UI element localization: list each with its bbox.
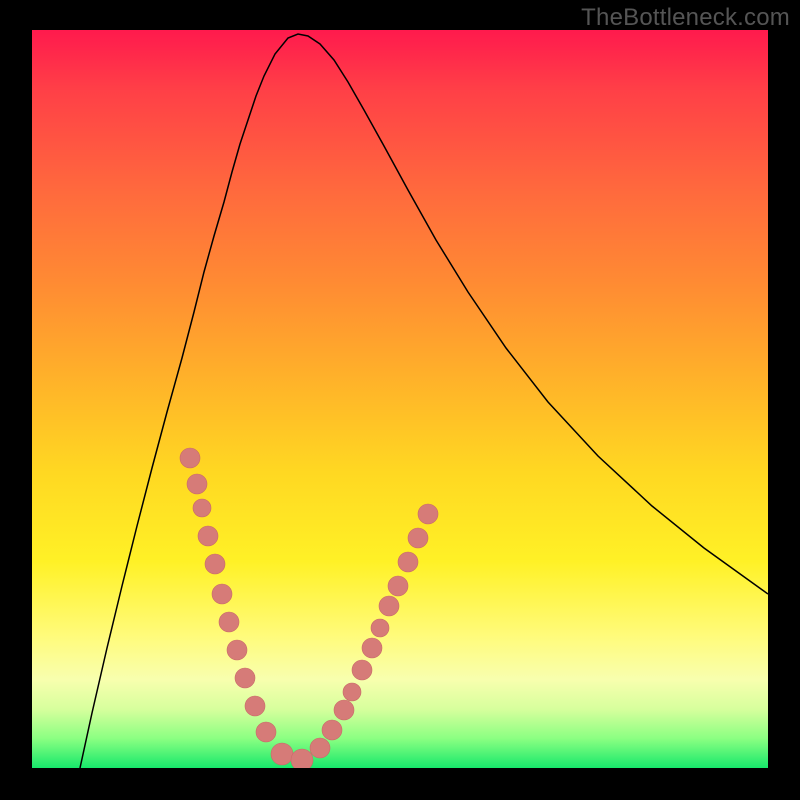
chart-svg <box>32 30 768 768</box>
bead <box>205 554 225 574</box>
bead <box>219 612 239 632</box>
bead <box>198 526 218 546</box>
watermark-text: TheBottleneck.com <box>581 4 790 32</box>
bead <box>322 720 342 740</box>
bead <box>256 722 276 742</box>
bead <box>291 749 313 768</box>
bottleneck-curve <box>80 34 768 768</box>
bead <box>343 683 361 701</box>
bead <box>388 576 408 596</box>
bead <box>408 528 428 548</box>
bead <box>271 743 293 765</box>
bead <box>418 504 438 524</box>
plot-area <box>32 30 768 768</box>
bead <box>180 448 200 468</box>
curve-beads <box>180 448 438 768</box>
bead <box>310 738 330 758</box>
bead <box>362 638 382 658</box>
outer-frame: TheBottleneck.com <box>0 0 800 800</box>
bead <box>379 596 399 616</box>
bead <box>398 552 418 572</box>
bead <box>212 584 232 604</box>
bead <box>187 474 207 494</box>
bead <box>245 696 265 716</box>
bead <box>235 668 255 688</box>
bead <box>352 660 372 680</box>
bead <box>227 640 247 660</box>
bead <box>334 700 354 720</box>
bead <box>193 499 211 517</box>
bead <box>371 619 389 637</box>
